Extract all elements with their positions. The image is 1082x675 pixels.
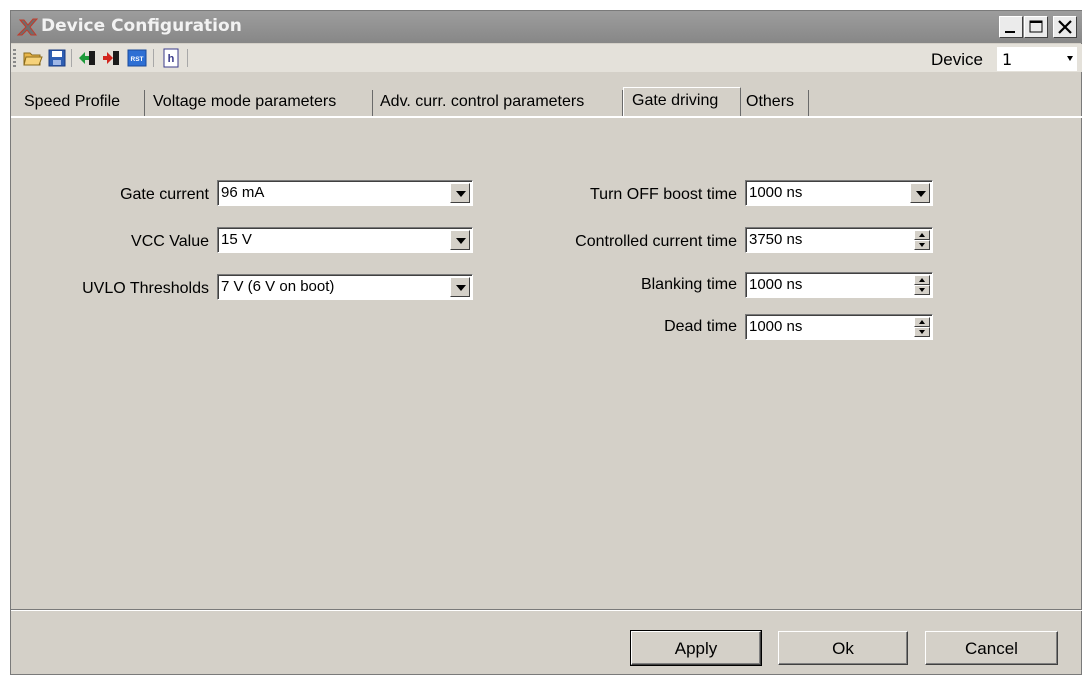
spin-down-icon[interactable] <box>914 285 930 295</box>
cancel-button[interactable]: Cancel <box>925 631 1058 665</box>
apply-button[interactable]: Apply <box>630 630 762 666</box>
blanking-time-label: Blanking time <box>640 276 737 293</box>
toolbar-grip[interactable] <box>13 49 16 67</box>
rst-icon[interactable]: RST <box>127 48 147 68</box>
tab-speed-profile[interactable]: Speed Profile <box>17 90 145 116</box>
export-red-icon[interactable] <box>101 48 121 68</box>
tab-label: Others <box>746 93 795 110</box>
footer-divider <box>11 609 1082 611</box>
tab-adv-curr-control-parameters[interactable]: Adv. curr. control parameters <box>373 90 623 116</box>
dropdown-arrow-icon[interactable] <box>450 183 470 203</box>
device-select[interactable]: 1 <box>997 47 1077 71</box>
uvlo-thresholds-dropdown[interactable]: 7 V (6 V on boot) <box>217 274 473 300</box>
window-title: Device Configuration <box>41 16 242 36</box>
dead-time-value: 1000 ns <box>749 318 803 335</box>
turn-off-boost-time-dropdown[interactable]: 1000 ns <box>745 180 933 206</box>
app-logo-icon <box>16 18 38 36</box>
dead-time-label: Dead time <box>664 318 737 335</box>
svg-text:RST: RST <box>131 56 144 63</box>
maximize-button[interactable] <box>1024 16 1048 38</box>
spinner-buttons <box>914 275 930 295</box>
minimize-button[interactable] <box>999 16 1023 38</box>
chevron-down-icon <box>1067 56 1073 61</box>
tab-voltage-mode-parameters[interactable]: Voltage mode parameters <box>145 90 373 116</box>
ok-button[interactable]: Ok <box>778 631 908 665</box>
spin-down-icon[interactable] <box>914 327 930 337</box>
spinner-buttons <box>914 230 930 250</box>
tab-strip: Speed Profile Voltage mode parameters Ad… <box>11 87 1082 117</box>
uvlo-thresholds-label: UVLO Thresholds <box>82 280 209 297</box>
spinner-buttons <box>914 317 930 337</box>
blanking-time-value: 1000 ns <box>749 276 803 293</box>
controlled-current-time-value: 3750 ns <box>749 231 803 248</box>
toolbar-separator <box>187 49 188 67</box>
spin-up-icon[interactable] <box>914 317 930 327</box>
turn-off-boost-time-label: Turn OFF boost time <box>590 186 737 203</box>
spin-up-icon[interactable] <box>914 230 930 240</box>
blanking-time-spinner[interactable]: 1000 ns <box>745 272 933 298</box>
dropdown-arrow-icon[interactable] <box>910 183 930 203</box>
device-value: 1 <box>1002 50 1013 69</box>
tab-others[interactable]: Others <box>742 90 809 116</box>
open-folder-icon[interactable] <box>23 48 43 68</box>
tab-panel-border <box>11 116 1082 118</box>
tab-label: Speed Profile <box>24 93 121 110</box>
svg-text:h: h <box>168 53 175 65</box>
vcc-value-dropdown[interactable]: 15 V <box>217 227 473 253</box>
toolbar-separator <box>153 49 154 67</box>
device-label: Device <box>931 50 983 69</box>
uvlo-thresholds-value: 7 V (6 V on boot) <box>221 278 335 295</box>
dropdown-arrow-icon[interactable] <box>450 230 470 250</box>
import-green-icon[interactable] <box>77 48 97 68</box>
spin-up-icon[interactable] <box>914 275 930 285</box>
tab-label: Adv. curr. control parameters <box>380 93 585 110</box>
gate-current-dropdown[interactable]: 96 mA <box>217 180 473 206</box>
spin-down-icon[interactable] <box>914 240 930 250</box>
dead-time-spinner[interactable]: 1000 ns <box>745 314 933 340</box>
save-icon[interactable] <box>47 48 67 68</box>
dropdown-arrow-icon[interactable] <box>450 277 470 297</box>
device-configuration-window: Device Configuration RST h Device 1 Spee… <box>10 10 1082 675</box>
vcc-value-label: VCC Value <box>131 233 209 250</box>
tab-label: Voltage mode parameters <box>153 93 337 110</box>
toolbar-separator <box>71 49 72 67</box>
minimize-icon <box>1005 31 1015 33</box>
close-button[interactable] <box>1053 16 1077 38</box>
help-icon[interactable]: h <box>161 48 181 68</box>
gate-current-label: Gate current <box>120 186 209 203</box>
turn-off-boost-time-value: 1000 ns <box>749 184 803 201</box>
tab-label: Gate driving <box>632 92 719 109</box>
controlled-current-time-label: Controlled current time <box>575 233 737 250</box>
maximize-icon <box>1029 20 1043 33</box>
controlled-current-time-spinner[interactable]: 3750 ns <box>745 227 933 253</box>
tab-gate-driving[interactable]: Gate driving <box>623 87 741 117</box>
vcc-value-value: 15 V <box>221 231 252 248</box>
gate-current-value: 96 mA <box>221 184 265 201</box>
title-bar[interactable]: Device Configuration <box>11 11 1082 43</box>
toolbar: RST h Device 1 <box>11 44 1082 72</box>
close-icon <box>1058 20 1072 34</box>
